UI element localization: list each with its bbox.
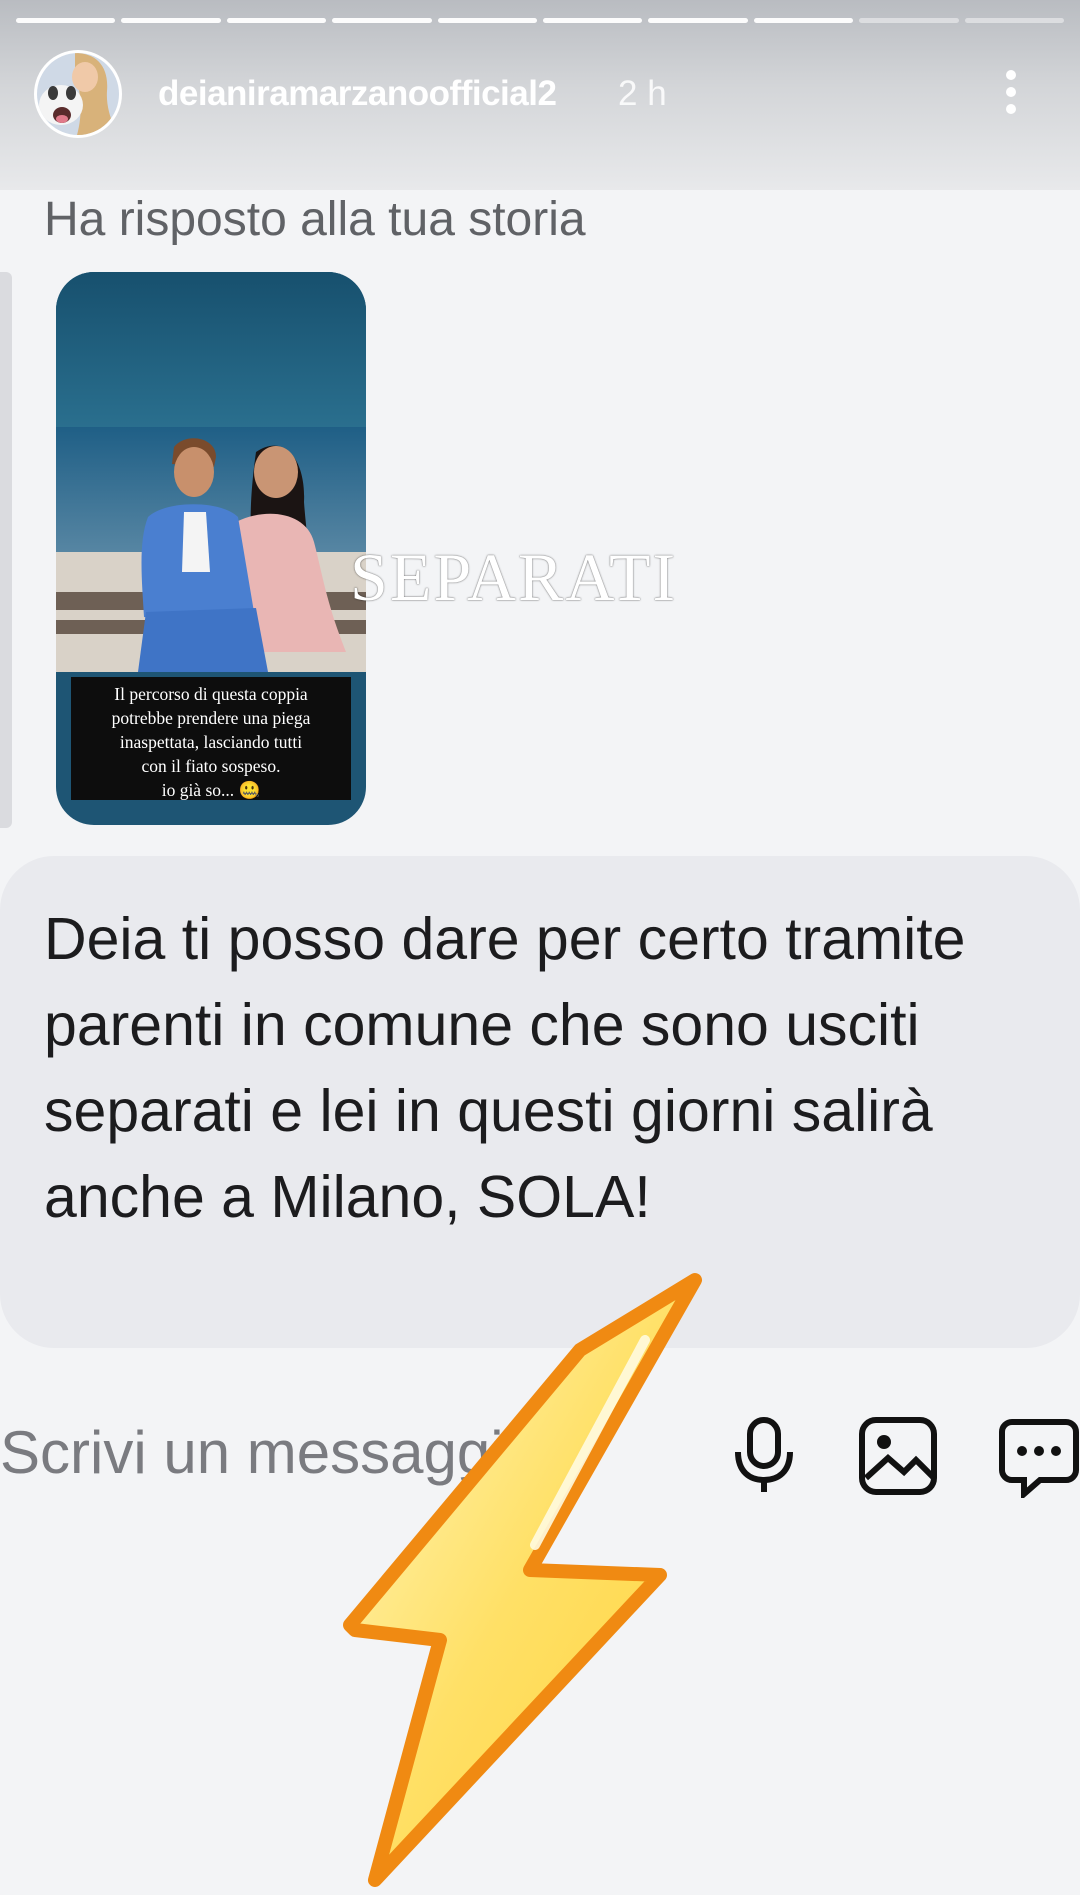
story-caption: Il percorso di questa coppia potrebbe pr…	[71, 677, 351, 800]
progress-segment	[226, 18, 327, 23]
story-header-backdrop: deianiramarzanoofficial2 2 h	[0, 0, 1080, 190]
post-time: 2 h	[618, 74, 667, 113]
caption-line: con il fiato sospeso.	[141, 756, 281, 776]
username[interactable]: deianiramarzanoofficial2	[158, 74, 557, 114]
progress-segment	[543, 18, 643, 23]
progress-segment	[753, 18, 854, 23]
watermark-text: SEPARATI	[350, 539, 678, 615]
progress-segment	[964, 18, 1065, 23]
progress-segment	[121, 18, 221, 23]
gallery-icon[interactable]	[858, 1416, 938, 1501]
progress-segment	[16, 18, 116, 23]
caption-line: Il percorso di questa coppia	[114, 684, 308, 704]
progress-segment	[648, 18, 748, 23]
story-progress-bar	[16, 18, 1065, 23]
replied-story-thumbnail[interactable]: Il percorso di questa coppia potrebbe pr…	[56, 272, 366, 825]
more-vertical-icon[interactable]	[996, 66, 1026, 118]
reply-label: Ha risposto alla tua storia	[44, 193, 586, 246]
lightning-bolt-icon	[330, 1270, 830, 1890]
message-text: Deia ti posso dare per certo tramite par…	[44, 906, 966, 1230]
quote-bar	[0, 272, 12, 828]
progress-segment	[437, 18, 538, 23]
chat-sticker-icon[interactable]	[998, 1416, 1080, 1503]
caption-line: potrebbe prendere una piega	[111, 708, 311, 728]
avatar[interactable]	[34, 50, 122, 138]
progress-segment	[332, 18, 432, 23]
caption-line: io già so... 🤐	[161, 780, 261, 800]
progress-segment	[859, 18, 959, 23]
caption-line: inaspettata, lasciando tutti	[119, 732, 303, 752]
